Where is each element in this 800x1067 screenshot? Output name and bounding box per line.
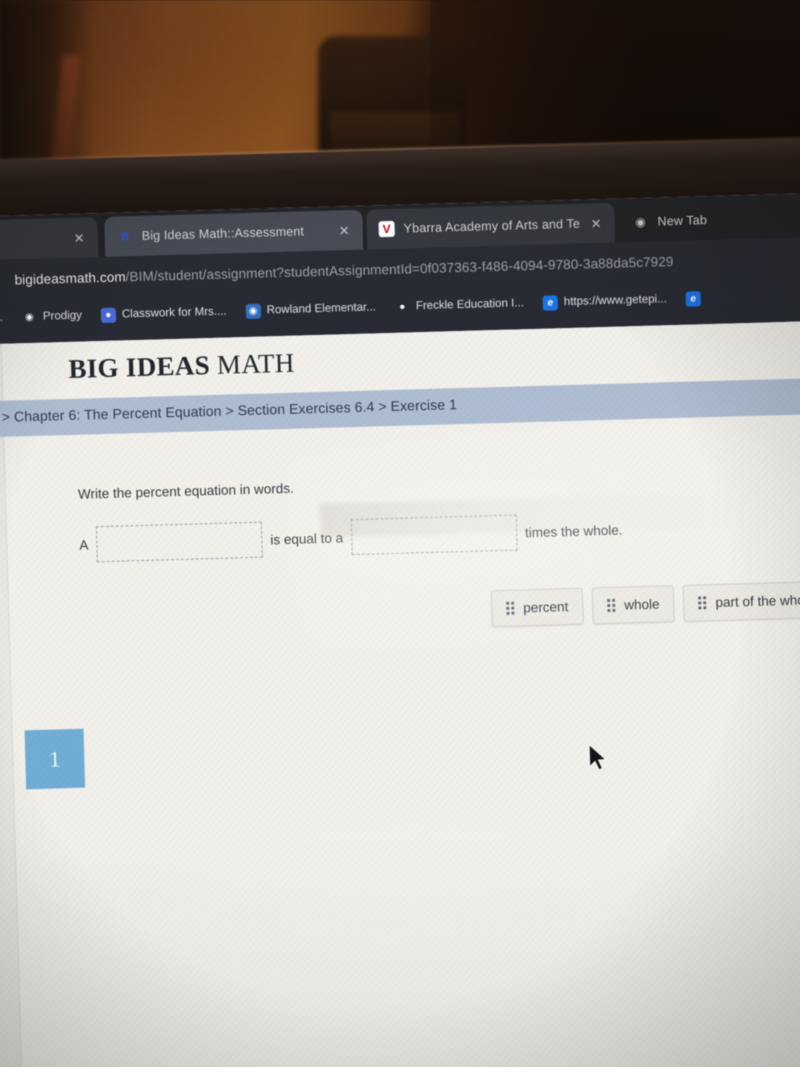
tab-title: Ybarra Academy of Arts and Te xyxy=(403,216,581,236)
bookmark-classwork[interactable]: ● Classwork for Mrs.... xyxy=(95,301,233,326)
chrome-icon: ◉ xyxy=(635,214,646,230)
laptop-screen-photo: tal ✕ B Big Ideas Math::Assessment ✕ V Y… xyxy=(0,0,800,1067)
prodigy-icon: ◉ xyxy=(24,311,34,323)
question-number-badge[interactable]: 1 xyxy=(24,728,86,790)
sentence-tail-text: times the whole. xyxy=(524,522,623,540)
breadcrumb-bar: > Chapter 6: The Percent Equation > Sect… xyxy=(0,377,800,439)
bookmark-label: Freckle Education I... xyxy=(415,297,525,313)
tab-ybarra-academy[interactable]: V Ybarra Academy of Arts and Te ✕ xyxy=(366,202,616,250)
token-label: percent xyxy=(523,599,569,616)
breadcrumb[interactable]: > Chapter 6: The Percent Equation > Sect… xyxy=(2,396,458,425)
tab-portal[interactable]: tal ✕ xyxy=(0,217,99,263)
drop-zone-2[interactable] xyxy=(350,514,518,556)
bookmark-label: https://www.getepi... xyxy=(563,293,667,309)
freckle-education-icon: ● xyxy=(399,301,406,313)
drag-handle-icon[interactable] xyxy=(506,601,515,615)
web-page: BIG IDEAS MATH > Chapter 6: The Percent E… xyxy=(0,320,800,1067)
epic-blue-icon: e xyxy=(542,294,559,311)
draggable-token-part-of-the-whole[interactable]: part of the whole xyxy=(683,580,800,622)
token-label: whole xyxy=(624,596,660,613)
answer-bank: percent whole part of the whole xyxy=(490,580,800,628)
drop-zone-1[interactable] xyxy=(95,521,263,563)
google-classroom-icon: ● xyxy=(100,307,117,323)
tab-close-icon[interactable]: ✕ xyxy=(590,216,602,231)
epic-blue-icon: e xyxy=(685,290,701,307)
tab-new-tab[interactable]: ◉ New Tab xyxy=(620,198,781,242)
answer-sentence: A is equal to a times the whole. xyxy=(79,512,623,563)
big-ideas-math-b-icon: B xyxy=(120,228,129,243)
tab-close-icon[interactable]: ✕ xyxy=(338,223,351,238)
bookmark-epic-extra[interactable]: e xyxy=(679,287,713,309)
bookmark-rowland-elementary[interactable]: ◉ Rowland Elementar... xyxy=(239,297,382,322)
bookmark-getepic[interactable]: e https://www.getepi... xyxy=(537,289,673,314)
lock-icon[interactable]: 🔒 xyxy=(0,273,2,287)
drag-handle-icon[interactable] xyxy=(607,598,616,613)
logo-text-light: MATH xyxy=(216,347,296,380)
tab-title: New Tab xyxy=(657,213,708,229)
bookmark-gaming[interactable]: aming... xyxy=(0,307,9,330)
token-label: part of the whole xyxy=(715,592,800,611)
drag-handle-icon[interactable] xyxy=(698,596,707,610)
tab-title: Big Ideas Math::Assessment xyxy=(141,224,305,243)
tab-title: tal xyxy=(0,231,65,249)
draggable-token-whole[interactable]: whole xyxy=(591,585,676,625)
browser-chrome: tal ✕ B Big Ideas Math::Assessment ✕ V Y… xyxy=(0,192,800,346)
tab-close-icon[interactable]: ✕ xyxy=(74,230,86,245)
draggable-token-percent[interactable]: percent xyxy=(490,587,584,628)
bookmark-label: aming... xyxy=(0,311,4,325)
question-prompt: Write the percent equation in words. xyxy=(77,480,294,502)
sentence-lead-text: A xyxy=(79,537,89,553)
url-path: /BIM/student/assignment?studentAssignmen… xyxy=(125,253,674,284)
browser-window: tal ✕ B Big Ideas Math::Assessment ✕ V Y… xyxy=(0,192,800,1067)
rowland-elementary-icon: ◉ xyxy=(245,303,261,319)
bookmark-label: Classwork for Mrs.... xyxy=(121,305,227,321)
bookmark-label: Prodigy xyxy=(42,309,83,323)
url-host: bigideasmath.com xyxy=(14,268,126,287)
bookmark-label: Rowland Elementar... xyxy=(266,301,377,317)
ybarra-academy-v-icon: V xyxy=(378,220,395,238)
page-left-rail xyxy=(0,343,23,1067)
bookmark-prodigy[interactable]: ◉ Prodigy xyxy=(16,305,89,328)
logo-text-bold: BIG IDEAS xyxy=(68,350,211,384)
sentence-middle-text: is equal to a xyxy=(270,529,344,547)
big-ideas-math-logo: BIG IDEAS MATH xyxy=(68,348,295,385)
bookmark-freckle-education[interactable]: ● Freckle Education I... xyxy=(389,293,531,318)
